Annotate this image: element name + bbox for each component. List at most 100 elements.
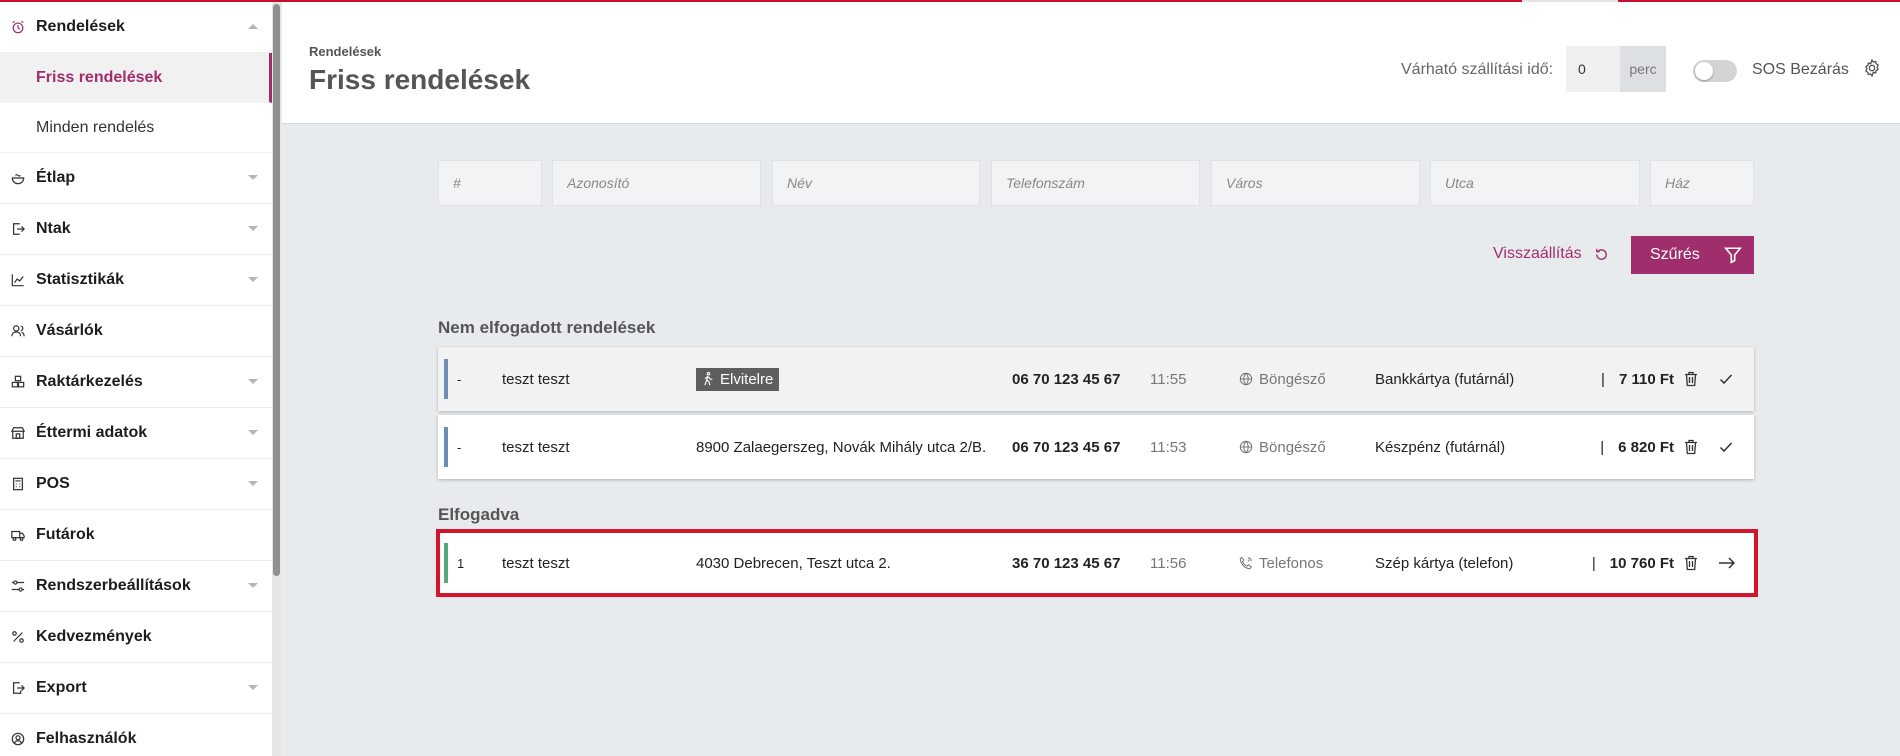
sidebar-section-menu[interactable]: Étlap bbox=[0, 153, 272, 204]
store-icon bbox=[9, 424, 27, 442]
chevron-down-icon bbox=[248, 175, 258, 180]
order-type-cell: Elvitelre bbox=[696, 347, 780, 411]
filter-id-input[interactable] bbox=[552, 160, 761, 206]
sidebar-section-system-settings[interactable]: Rendszerbeállítások bbox=[0, 561, 272, 612]
section-title-not-accepted: Nem elfogadott rendelések bbox=[438, 318, 656, 337]
order-source-label: Böngésző bbox=[1259, 438, 1326, 456]
sidebar-item-fresh-orders[interactable]: Friss rendelések bbox=[0, 53, 272, 103]
sidebar-section-couriers[interactable]: Futárok bbox=[0, 510, 272, 561]
page-header: Rendelések Friss rendelések Várható szál… bbox=[282, 2, 1900, 124]
sliders-icon bbox=[9, 577, 27, 595]
trash-icon[interactable] bbox=[1684, 415, 1698, 479]
funnel-icon bbox=[1723, 247, 1742, 264]
chevron-down-icon bbox=[248, 226, 258, 231]
order-row[interactable]: - teszt teszt 8900 Zalaegerszeg, Novák M… bbox=[438, 415, 1754, 479]
delivery-time-label: Várható szállítási idő: bbox=[1401, 61, 1554, 78]
order-source-label: Telefonos bbox=[1259, 554, 1324, 572]
calculator-icon bbox=[9, 475, 27, 493]
sidebar-section-label: Futárok bbox=[36, 526, 95, 543]
bowl-icon bbox=[9, 169, 27, 187]
sidebar-scrollbar[interactable] bbox=[272, 2, 281, 756]
sidebar-section-label: Export bbox=[36, 679, 87, 696]
customer-address: 4030 Debrecen, Teszt utca 2. bbox=[696, 554, 891, 572]
order-amount-value: 7 110 Ft bbox=[1618, 370, 1674, 388]
sidebar-section-label: Rendelések bbox=[36, 18, 125, 35]
sidebar-section-users[interactable]: Felhasználók bbox=[0, 714, 272, 756]
phone-icon bbox=[1239, 556, 1252, 570]
sidebar-section-label: Rendszerbeállítások bbox=[36, 577, 191, 594]
sidebar: Rendelések Friss rendelések Minden rende… bbox=[0, 2, 273, 756]
status-bar bbox=[444, 543, 448, 583]
sidebar-section-ntak[interactable]: Ntak bbox=[0, 204, 272, 255]
chevron-down-icon bbox=[248, 277, 258, 282]
status-bar bbox=[444, 359, 448, 399]
undo-icon bbox=[1595, 248, 1607, 260]
order-amount-value: 6 820 Ft bbox=[1618, 438, 1674, 456]
filter-name-input[interactable] bbox=[772, 160, 980, 206]
breadcrumb[interactable]: Rendelések bbox=[309, 44, 381, 59]
filter-number-input[interactable] bbox=[438, 160, 542, 206]
sidebar-section-label: Vásárlók bbox=[36, 322, 103, 339]
filter-phone-input[interactable] bbox=[991, 160, 1200, 206]
order-amount-value: 10 760 Ft bbox=[1609, 554, 1674, 572]
filter-city-input[interactable] bbox=[1211, 160, 1420, 206]
takeaway-label: Elvitelre bbox=[720, 370, 774, 388]
boxes-icon bbox=[9, 373, 27, 391]
arrow-right-icon[interactable] bbox=[1718, 531, 1736, 595]
sidebar-section-pos[interactable]: POS bbox=[0, 459, 272, 510]
order-row[interactable]: 1 teszt teszt 4030 Debrecen, Teszt utca … bbox=[438, 531, 1754, 595]
reset-button[interactable]: Visszaállítás bbox=[1493, 245, 1609, 263]
customer-address: 8900 Zalaegerszeg, Novák Mihály utca 2/B… bbox=[696, 438, 987, 456]
payment-method: Készpénz (futárnál) bbox=[1375, 438, 1506, 456]
sos-toggle[interactable] bbox=[1693, 60, 1737, 82]
chevron-down-icon bbox=[248, 583, 258, 588]
accept-check-icon[interactable] bbox=[1718, 415, 1734, 479]
customer-phone: 06 70 123 45 67 bbox=[1012, 370, 1121, 388]
walking-person-icon bbox=[704, 372, 713, 386]
order-time: 11:55 bbox=[1150, 370, 1187, 388]
trash-icon[interactable] bbox=[1684, 347, 1698, 411]
sidebar-section-orders[interactable]: Rendelések bbox=[0, 2, 272, 53]
percent-icon bbox=[9, 628, 27, 646]
chevron-down-icon bbox=[248, 430, 258, 435]
customer-name: teszt teszt bbox=[502, 370, 570, 388]
order-row[interactable]: - teszt teszt Elvitelre 06 70 123 45 67 … bbox=[438, 347, 1754, 411]
trash-icon[interactable] bbox=[1684, 531, 1698, 595]
accept-check-icon[interactable] bbox=[1718, 347, 1734, 411]
order-amount: | 6 820 Ft bbox=[1600, 415, 1674, 479]
alarm-clock-icon bbox=[9, 18, 27, 36]
order-source: Telefonos bbox=[1239, 531, 1323, 595]
sidebar-section-export[interactable]: Export bbox=[0, 663, 272, 714]
order-amount: | 7 110 Ft bbox=[1601, 347, 1674, 411]
gear-icon[interactable] bbox=[1862, 58, 1884, 80]
scrollbar-thumb[interactable] bbox=[273, 4, 280, 576]
page-title: Friss rendelések bbox=[309, 64, 531, 95]
filter-button-label: Szűrés bbox=[1650, 246, 1700, 263]
order-number: - bbox=[457, 371, 462, 387]
chart-line-icon bbox=[9, 271, 27, 289]
order-number: - bbox=[457, 439, 462, 455]
sidebar-section-discounts[interactable]: Kedvezmények bbox=[0, 612, 272, 663]
chevron-down-icon bbox=[248, 685, 258, 690]
user-circle-icon bbox=[9, 730, 27, 748]
order-source: Böngésző bbox=[1239, 415, 1326, 479]
reset-label: Visszaállítás bbox=[1493, 245, 1582, 262]
filter-street-input[interactable] bbox=[1430, 160, 1640, 206]
globe-icon bbox=[1239, 440, 1253, 454]
sidebar-item-all-orders[interactable]: Minden rendelés bbox=[0, 103, 272, 153]
delivery-time-input[interactable] bbox=[1566, 46, 1620, 92]
customer-phone: 06 70 123 45 67 bbox=[1012, 438, 1121, 456]
takeaway-badge: Elvitelre bbox=[696, 367, 780, 391]
sidebar-section-customers[interactable]: Vásárlók bbox=[0, 306, 272, 357]
order-time: 11:53 bbox=[1150, 438, 1187, 456]
filter-house-input[interactable] bbox=[1650, 160, 1754, 206]
order-time: 11:56 bbox=[1150, 554, 1187, 572]
sidebar-section-label: Ntak bbox=[36, 220, 71, 237]
customer-name: teszt teszt bbox=[502, 438, 570, 456]
filter-button[interactable]: Szűrés bbox=[1631, 236, 1754, 274]
customer-phone: 36 70 123 45 67 bbox=[1012, 554, 1121, 572]
sidebar-section-inventory[interactable]: Raktárkezelés bbox=[0, 357, 272, 408]
sidebar-section-statistics[interactable]: Statisztikák bbox=[0, 255, 272, 306]
sidebar-section-restaurant-data[interactable]: Éttermi adatok bbox=[0, 408, 272, 459]
order-source-label: Böngésző bbox=[1259, 370, 1326, 388]
